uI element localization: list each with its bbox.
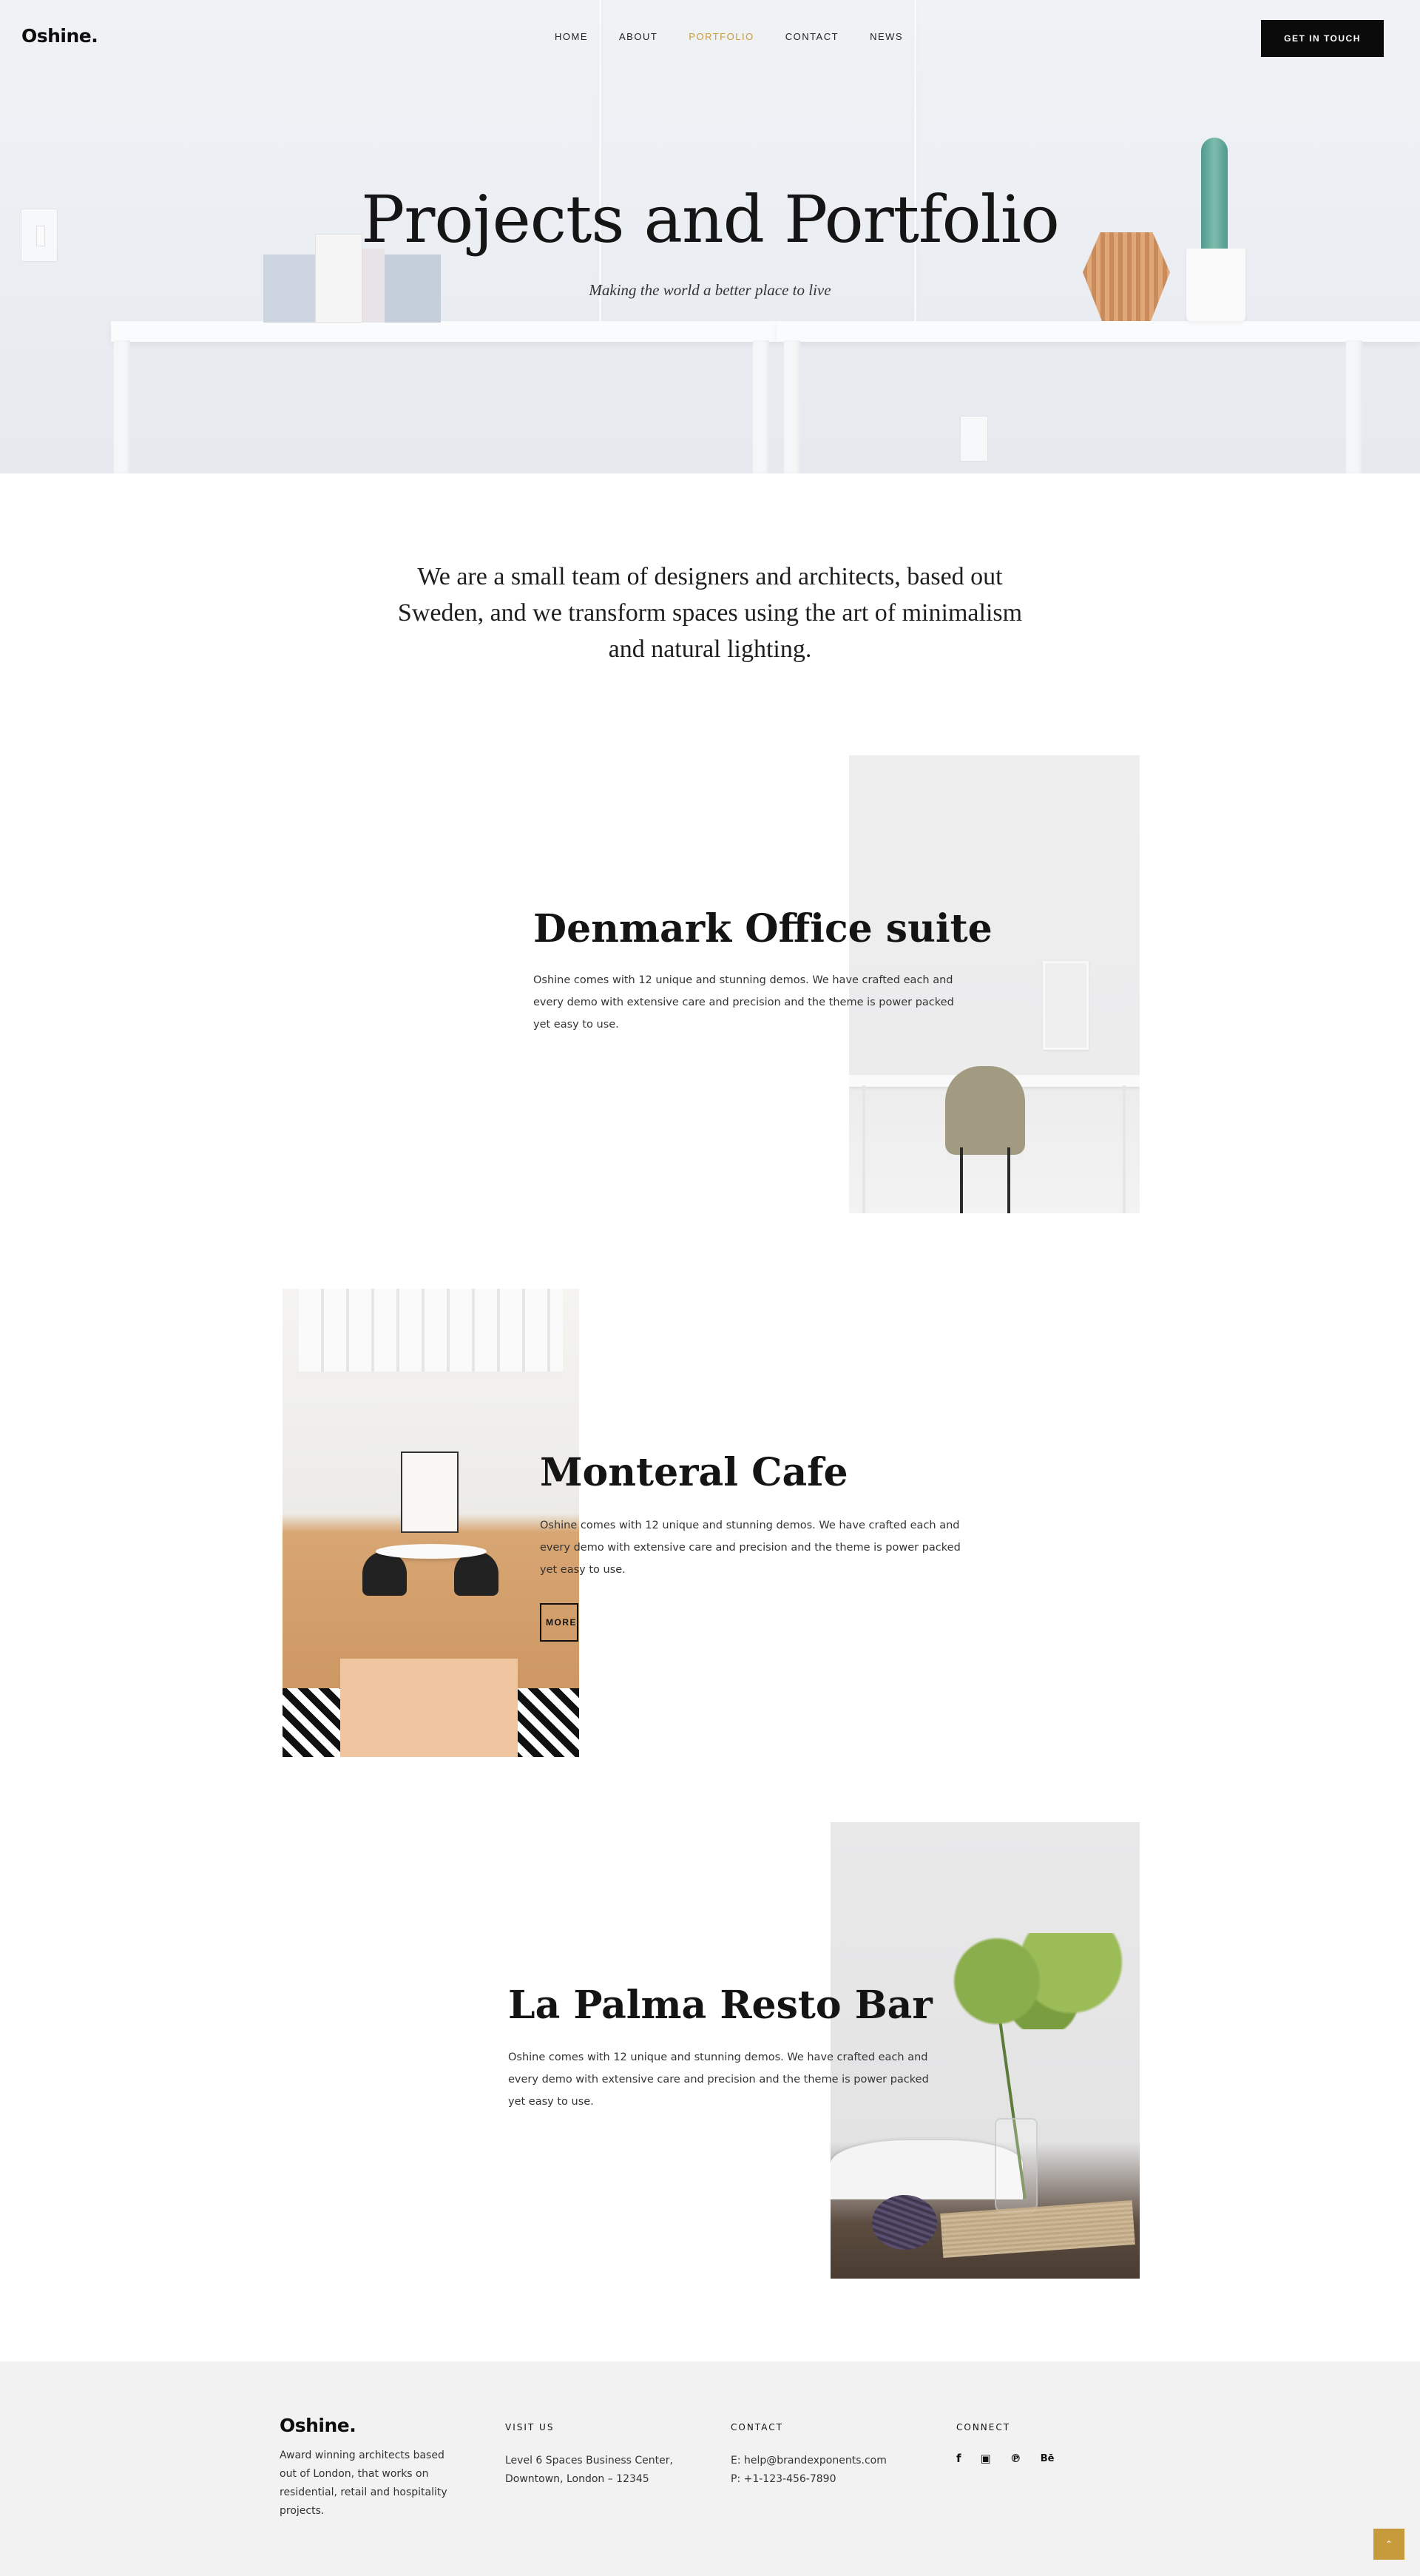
footer-address-line2: Downtown, London – 12345 (505, 2473, 649, 2485)
project-title-2[interactable]: Monteral Cafe (540, 1450, 848, 1495)
chair-leg (960, 1147, 963, 1213)
shelf-leg (114, 340, 130, 473)
footer-address-line1: Level 6 Spaces Business Center, (505, 2455, 673, 2467)
wall-frame (1043, 961, 1089, 1050)
project-desc-3: Oshine comes with 12 unique and stunning… (508, 2051, 929, 2108)
wall-outlet-image (960, 416, 988, 462)
nav-item-portfolio[interactable]: PORTFOLIO (689, 31, 754, 42)
footer-about: Oshine. Award winning architects based o… (280, 2415, 464, 2521)
footer-contact: CONTACT E: help@brandexponents.com P: +1… (731, 2422, 923, 2489)
footer-connect-heading: CONNECT (956, 2422, 1011, 2432)
site-footer: Oshine. Award winning architects based o… (0, 2361, 1420, 2576)
shelf-image (111, 321, 777, 342)
nav-item-news[interactable]: NEWS (870, 31, 903, 42)
learn-more-label: LEARN MORE (541, 1617, 577, 1628)
main-nav: HOME ABOUT PORTFOLIO CONTACT NEWS (555, 31, 903, 42)
chair-leg (1007, 1147, 1010, 1213)
chair (454, 1551, 498, 1596)
wall-panel-line (599, 0, 601, 326)
desk-leg (862, 1085, 865, 1213)
glass-bottle (995, 2118, 1038, 2214)
page-subtitle: Making the world a better place to live (589, 281, 831, 299)
behance-icon[interactable]: Bē (1041, 2453, 1055, 2464)
shelf-leg (784, 340, 800, 473)
burlap-cloth (940, 2200, 1135, 2258)
open-book (831, 2140, 1023, 2199)
footer-contact-heading: CONTACT (731, 2422, 783, 2432)
social-links: f ▣ ℗ Bē (956, 2452, 1149, 2465)
footer-visit-heading: VISIT US (505, 2422, 555, 2432)
site-logo[interactable]: Oshine. (21, 25, 98, 47)
shelf-leg (1346, 340, 1362, 473)
project-title-3[interactable]: La Palma Resto Bar (508, 1983, 933, 2028)
shelf-leg (753, 340, 769, 473)
project-image-cafe[interactable] (283, 1289, 579, 1757)
chair (362, 1551, 407, 1596)
project-desc-2: Oshine comes with 12 unique and stunning… (540, 1520, 961, 1576)
learn-more-button[interactable]: LEARN MORE (540, 1603, 578, 1642)
pinterest-icon[interactable]: ℗ (1010, 2452, 1021, 2465)
page-title: Projects and Portfolio (361, 181, 1060, 257)
intro-text: We are a small team of designers and arc… (397, 563, 1023, 663)
footer-visit: VISIT US Level 6 Spaces Business Center,… (505, 2422, 697, 2489)
nav-item-contact[interactable]: CONTACT (785, 31, 839, 42)
wall-art (401, 1451, 459, 1533)
bench (340, 1659, 518, 1757)
project-title-1[interactable]: Denmark Office suite (533, 906, 993, 951)
get-in-touch-button[interactable]: GET IN TOUCH (1261, 20, 1384, 57)
shelf-image (777, 321, 1420, 342)
footer-about-text: Award winning architects based out of Lo… (280, 2449, 447, 2517)
skylight (299, 1289, 563, 1378)
footer-connect: CONNECT f ▣ ℗ Bē (956, 2422, 1149, 2465)
nav-item-home[interactable]: HOME (555, 31, 588, 42)
project-desc-1: Oshine comes with 12 unique and stunning… (533, 974, 954, 1031)
hero-section: Oshine. HOME ABOUT PORTFOLIO CONTACT NEW… (0, 0, 1420, 473)
footer-phone[interactable]: P: +1-123-456-7890 (731, 2470, 923, 2489)
chevron-up-icon: ⌃ (1384, 2539, 1393, 2549)
nav-item-about[interactable]: ABOUT (619, 31, 657, 42)
facebook-icon[interactable]: f (956, 2452, 961, 2465)
wall-panel-line (914, 0, 916, 326)
chair (945, 1066, 1025, 1155)
desk-leg (1123, 1085, 1126, 1213)
scroll-to-top-button[interactable]: ⌃ (1373, 2529, 1404, 2560)
plant-leaves (941, 1933, 1126, 2029)
yarn-ball (872, 2195, 937, 2250)
table (376, 1544, 487, 1559)
footer-email[interactable]: E: help@brandexponents.com (731, 2452, 923, 2470)
footer-logo[interactable]: Oshine. (280, 2415, 464, 2436)
instagram-icon[interactable]: ▣ (981, 2452, 991, 2465)
